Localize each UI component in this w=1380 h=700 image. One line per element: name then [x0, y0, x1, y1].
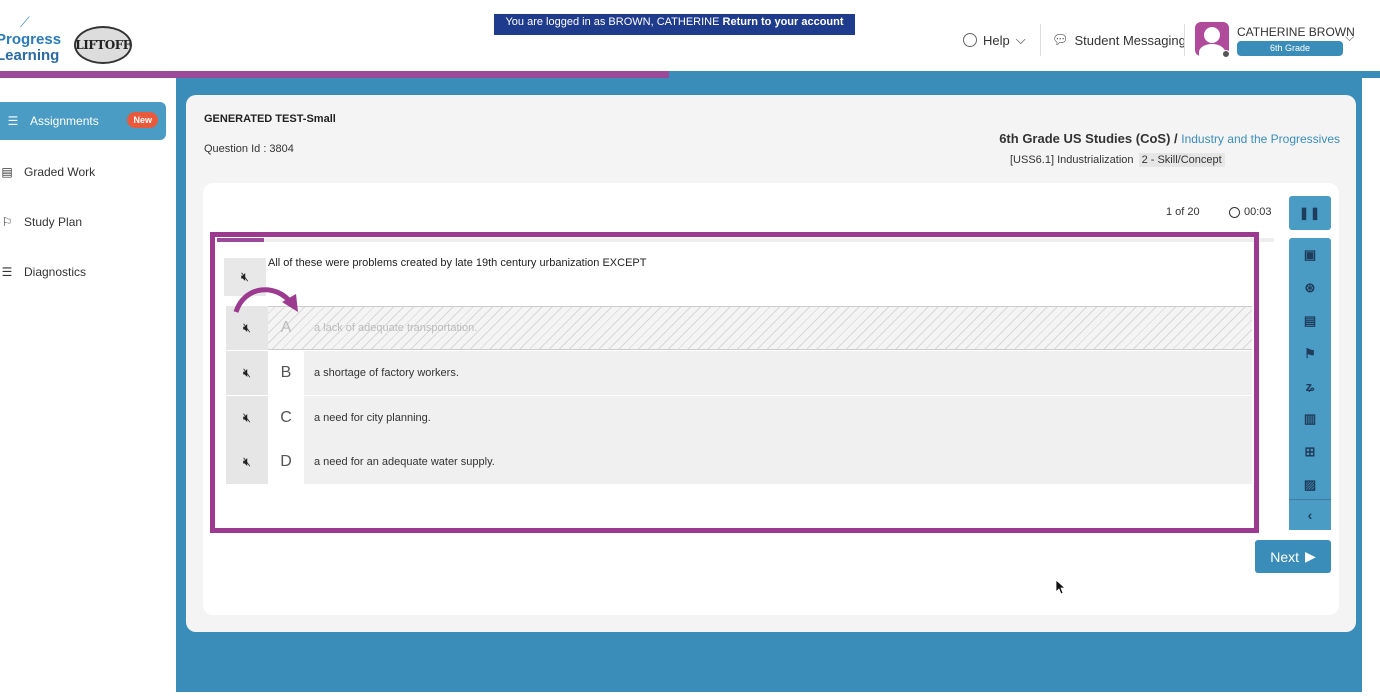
sidebar-item-label: Diagnostics — [24, 265, 87, 279]
tool-rail: ▣ ⊛ ▤ ⚑ ʑ ▥ ⊞ ▨ — [1289, 238, 1331, 530]
highlighter-icon[interactable]: ▨ — [1289, 472, 1331, 498]
new-badge: New — [127, 112, 158, 128]
progress-learning-logo[interactable]: Progress Learning — [0, 32, 61, 64]
page-progress-fill — [0, 71, 670, 78]
logo-line1: Progress — [0, 31, 62, 48]
sidebar-item-study-plan[interactable]: ⚐ Study Plan — [0, 203, 166, 241]
course-breadcrumb: 6th Grade US Studies (CoS) / Industry an… — [999, 131, 1340, 146]
list-icon: ☰ — [1, 265, 13, 279]
sidebar-item-assignments[interactable]: ☰ Assignments New — [0, 102, 166, 140]
clock-icon — [1229, 206, 1240, 218]
flag-icon[interactable]: ⚑ — [1289, 341, 1331, 367]
test-title: GENERATED TEST-Small — [204, 113, 336, 125]
sidebar-item-label: Study Plan — [24, 215, 83, 229]
play-right-icon: ▶ — [1305, 548, 1316, 564]
choice-text: a shortage of factory workers. — [314, 367, 459, 379]
save-icon[interactable]: ▣ — [1289, 242, 1331, 268]
banner-text: You are logged in as BROWN, CATHERINE — [505, 16, 720, 28]
timer: 00:03 — [1229, 206, 1272, 218]
chat-icon: 💬︎ — [1052, 32, 1069, 47]
status-dot — [1222, 50, 1230, 58]
answer-choice-a[interactable]: 🔇︎ A a lack of adequate transportation. — [226, 306, 1252, 350]
choice-letter: C — [268, 396, 304, 440]
mute-icon[interactable]: 🔇︎ — [226, 351, 268, 395]
sidebar-item-graded-work[interactable]: ▤ Graded Work — [0, 153, 166, 191]
assignment-tray-icon: ☰ — [7, 114, 19, 128]
translate-icon[interactable]: ʑ — [1289, 373, 1331, 399]
document-icon: ▤ — [1, 165, 13, 179]
accessibility-icon[interactable]: ⊛ — [1289, 275, 1331, 301]
impersonation-banner: You are logged in as BROWN, CATHERINE Re… — [494, 14, 855, 35]
user-name[interactable]: CATHERINE BROWN — [1237, 25, 1355, 39]
pause-button[interactable]: ❚❚ — [1289, 196, 1331, 230]
help-label: Help — [983, 32, 1010, 48]
study-plan-icon: ⚐ — [1, 215, 13, 229]
question-id: Question Id : 3804 — [204, 143, 294, 155]
skill-tag: 2 - Skill/Concept — [1138, 153, 1225, 167]
chevron-down-icon: ⌵ — [1015, 32, 1026, 47]
messaging-label: Student Messaging — [1074, 32, 1186, 48]
question-counter: 1 of 20 — [1166, 206, 1200, 218]
curved-arrow-icon — [233, 287, 298, 313]
rocket-icon: ⟋ — [20, 14, 30, 30]
top-header: ⟋ Progress Learning LIFTOFF You are logg… — [0, 0, 1380, 78]
logo-line2: Learning — [0, 47, 60, 64]
choice-text: a need for city planning. — [314, 412, 431, 424]
liftoff-logo: LIFTOFF — [74, 26, 132, 64]
notepad-icon[interactable]: ▥ — [1289, 406, 1331, 432]
student-messaging-button[interactable]: 💬︎ Student Messaging — [1052, 32, 1186, 48]
sidebar-item-label: Assignments — [30, 114, 99, 128]
course-name: 6th Grade US Studies (CoS) / — [999, 131, 1178, 146]
lifebuoy-icon — [963, 33, 977, 47]
timer-value: 00:03 — [1244, 206, 1272, 218]
add-note-icon[interactable]: ⊞ — [1289, 439, 1331, 465]
help-menu[interactable]: Help ⌵ — [963, 32, 1026, 48]
choice-text: a need for an adequate water supply. — [314, 456, 495, 468]
choice-text: a lack of adequate transportation. — [314, 322, 478, 334]
header-divider — [1040, 24, 1041, 56]
collapse-tools-button[interactable]: ‹ — [1289, 499, 1331, 530]
return-to-account-link[interactable]: Return to your account — [723, 16, 844, 28]
choice-letter: B — [268, 351, 304, 395]
choice-letter: D — [268, 440, 304, 484]
next-label: Next — [1270, 548, 1299, 565]
topic-link[interactable]: Industry and the Progressives — [1181, 132, 1340, 146]
mute-icon[interactable]: 🔇︎ — [226, 396, 268, 440]
question-text: All of these were problems created by la… — [268, 257, 647, 269]
sidebar: ☰ Assignments New ▤ Graded Work ⚐ Study … — [0, 78, 176, 700]
next-button[interactable]: Next ▶ — [1255, 540, 1331, 573]
answer-choice-d[interactable]: 🔇︎ D a need for an adequate water supply… — [226, 440, 1252, 484]
mute-icon[interactable]: 🔇︎ — [226, 440, 268, 484]
answer-choice-b[interactable]: 🔇︎ B a shortage of factory workers. — [226, 351, 1252, 395]
mouse-cursor-icon — [1056, 580, 1066, 594]
grade-badge: 6th Grade — [1237, 41, 1343, 56]
answer-choice-c[interactable]: 🔇︎ C a need for city planning. — [226, 396, 1252, 440]
reference-sheet-icon[interactable]: ▤ — [1289, 308, 1331, 334]
sidebar-item-label: Graded Work — [24, 165, 96, 179]
chevron-down-icon[interactable]: ⌵ — [1345, 30, 1354, 45]
header-divider — [1184, 24, 1185, 56]
standard-code: [USS6.1] Industrialization — [1010, 154, 1134, 166]
sidebar-item-diagnostics[interactable]: ☰ Diagnostics — [0, 253, 166, 291]
standard-info: [USS6.1] Industrialization 2 - Skill/Con… — [1010, 153, 1225, 167]
